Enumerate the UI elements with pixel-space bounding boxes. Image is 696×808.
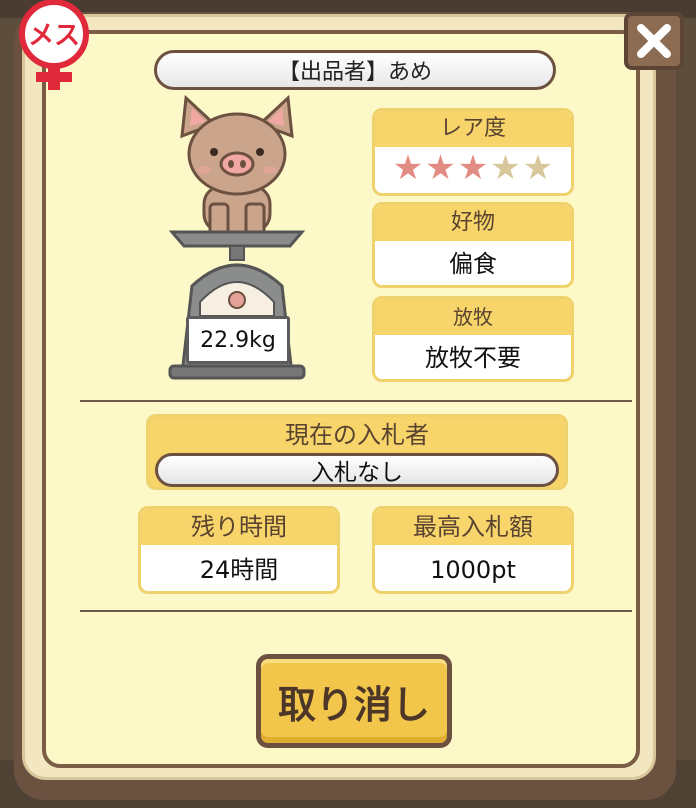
current-bidder-heading: 現在の入札者	[285, 421, 429, 449]
divider	[80, 610, 632, 612]
grazing-value: 放牧不要	[425, 344, 521, 372]
star-empty-icon: ★	[490, 148, 521, 188]
female-icon: メス	[10, 0, 106, 96]
cancel-button[interactable]: 取り消し	[256, 654, 452, 748]
seller-name-bar: 【出品者】あめ	[154, 50, 556, 90]
highest-bid-box: 最高入札額 1000pt	[372, 506, 574, 594]
favorite-food-value: 偏食	[449, 250, 497, 278]
star-empty-icon: ★	[522, 148, 554, 188]
pig-icon	[180, 94, 294, 236]
rarity-stars: ★ ★ ★ ★ ★	[375, 147, 571, 189]
highest-bid-value: 1000pt	[430, 556, 516, 584]
time-left-value: 24時間	[199, 556, 279, 584]
gender-label: メス	[28, 21, 80, 51]
highest-bid-heading: 最高入札額	[375, 509, 571, 545]
star-icon: ★	[425, 148, 456, 188]
grazing-box: 放牧 放牧不要	[372, 296, 574, 382]
time-left-heading: 残り時間	[141, 509, 337, 545]
close-icon	[637, 24, 671, 58]
star-icon: ★	[392, 148, 424, 188]
weight-readout: 22.9kg	[186, 316, 290, 364]
divider	[80, 400, 632, 402]
rarity-heading: レア度	[375, 111, 571, 147]
current-bidder-value: 入札なし	[155, 453, 559, 487]
current-bidder-box: 現在の入札者 入札なし	[146, 414, 568, 490]
close-button[interactable]	[624, 12, 684, 70]
favorite-food-box: 好物 偏食	[372, 202, 574, 288]
grazing-heading: 放牧	[375, 299, 571, 335]
favorite-food-heading: 好物	[375, 205, 571, 241]
star-icon: ★	[457, 148, 489, 188]
time-left-box: 残り時間 24時間	[138, 506, 340, 594]
rarity-box: レア度 ★ ★ ★ ★ ★	[372, 108, 574, 196]
